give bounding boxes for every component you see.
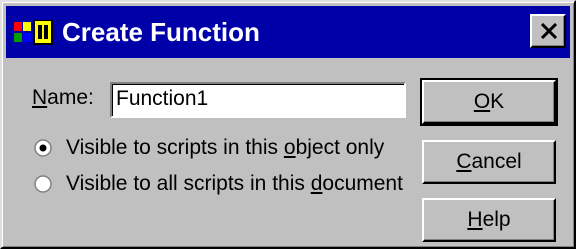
title-bar[interactable]: Create Function [6,6,570,58]
ok-button[interactable]: OK [420,78,558,126]
radio-unselected-icon[interactable] [34,175,52,193]
create-function-dialog: Create Function Name: Function1 Visible … [0,0,576,249]
help-button[interactable]: Help [422,198,556,242]
name-label: Name: [32,86,94,109]
radio-label-object-only[interactable]: Visible to scripts in this object only [66,135,384,161]
app-icon [14,19,54,46]
name-input[interactable]: Function1 [110,82,406,118]
close-button[interactable] [530,14,566,48]
radio-selected-icon[interactable] [34,139,52,157]
radio-label-document[interactable]: Visible to all scripts in this document [66,171,403,197]
dialog-title: Create Function [62,17,260,47]
cancel-button[interactable]: Cancel [422,140,556,184]
